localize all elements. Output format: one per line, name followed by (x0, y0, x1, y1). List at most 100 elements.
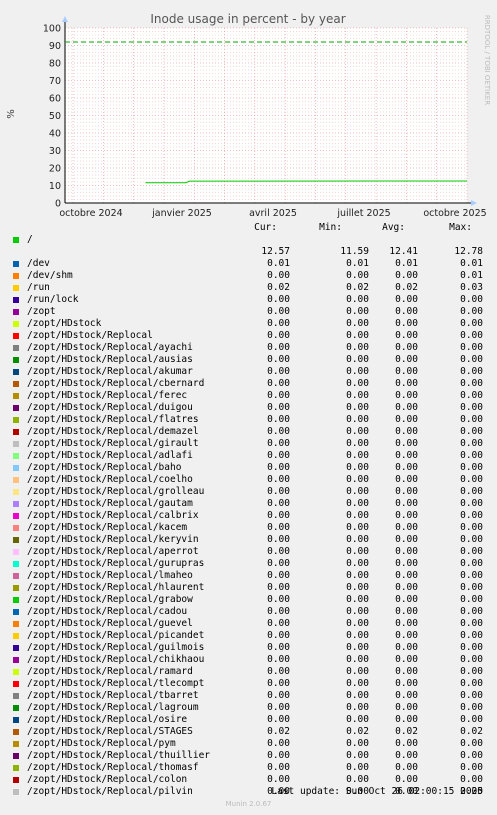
legend-row: /zopt/HDstock/Replocal/chikhaou 0.00 0.00 0… (0, 654, 497, 666)
value-max: 0.01 (460, 258, 483, 269)
value-cur: 0.00 (267, 654, 290, 665)
value-cur: 0.00 (267, 666, 290, 677)
x-tick-label: octobre 2024 (59, 208, 122, 219)
value-avg: 0.00 (395, 666, 418, 677)
value-cur: 0.00 (267, 330, 290, 341)
value-cur: 0.00 (267, 642, 290, 653)
value-avg: 0.00 (395, 402, 418, 413)
value-cur: 0.01 (267, 258, 290, 269)
legend-swatch (13, 777, 19, 783)
legend-row: /zopt/HDstock/Replocal/ramard 0.00 0.00 0.0… (0, 666, 497, 678)
legend-row: /dev 0.01 0.01 0.01 0.01 (0, 258, 497, 270)
value-max: 0.00 (460, 498, 483, 509)
value-max: 12.78 (454, 246, 483, 257)
legend-label: /zopt/HDstock/Replocal/keryvin (27, 534, 199, 545)
value-cur: 0.00 (267, 270, 290, 281)
value-avg: 0.00 (395, 438, 418, 449)
value-avg: 0.00 (395, 618, 418, 629)
value-cur: 0.00 (267, 486, 290, 497)
legend-label: /zopt/HDstock/Replocal/picandet (27, 630, 205, 641)
header-min: Min: (319, 222, 342, 233)
value-avg: 0.00 (395, 306, 418, 317)
legend-row: /zopt/HDstock/Replocal/lagroum 0.00 0.00 0.… (0, 702, 497, 714)
legend-swatch (13, 393, 19, 399)
value-cur: 0.00 (267, 534, 290, 545)
value-avg: 0.00 (395, 774, 418, 785)
value-avg: 0.00 (395, 750, 418, 761)
legend-swatch (13, 357, 19, 363)
legend-label: /zopt/HDstock/Replocal/thomasf (27, 762, 199, 773)
value-cur: 0.00 (267, 582, 290, 593)
legend-row: / (0, 234, 497, 246)
value-cur: 0.00 (267, 522, 290, 533)
value-cur: 0.00 (267, 366, 290, 377)
value-max: 0.00 (460, 318, 483, 329)
value-max: 0.00 (460, 618, 483, 629)
legend-label: /zopt/HDstock/Replocal/pilvin (27, 786, 193, 797)
value-avg: 0.00 (395, 606, 418, 617)
value-cur: 0.00 (267, 618, 290, 629)
legend-label: /zopt/HDstock/Replocal/hlaurent (27, 582, 205, 593)
value-cur: 0.00 (267, 438, 290, 449)
legend-row: /zopt/HDstock/Replocal/thomasf 0.00 0.00 0.… (0, 762, 497, 774)
value-cur: 0.00 (267, 318, 290, 329)
legend-swatch (13, 765, 19, 771)
value-max: 0.00 (460, 666, 483, 677)
value-max: 0.00 (460, 366, 483, 377)
value-max: 0.00 (460, 414, 483, 425)
value-cur: 0.00 (267, 450, 290, 461)
value-cur: 0.00 (267, 354, 290, 365)
value-max: 0.03 (460, 282, 483, 293)
y-tick-label: 80 (49, 59, 61, 70)
value-cur: 0.00 (267, 750, 290, 761)
legend-label: /zopt/HDstock/Replocal/cadou (27, 606, 188, 617)
legend-label: /zopt/HDstock/Replocal/lmaheo (27, 570, 193, 581)
value-max: 0.00 (460, 606, 483, 617)
value-max: 0.00 (460, 534, 483, 545)
legend-row: /zopt/HDstock/Replocal 0.00 0.00 0.00 0.00 (0, 330, 497, 342)
legend-swatch (13, 261, 19, 267)
value-max: 0.00 (460, 486, 483, 497)
value-cur: 0.00 (267, 774, 290, 785)
value-max: 0.00 (460, 594, 483, 605)
legend-row: /zopt/HDstock/Replocal/flatres 0.00 0.00 0.… (0, 414, 497, 426)
legend-swatch (13, 525, 19, 531)
legend-label: /zopt/HDstock/Replocal/girault (27, 438, 199, 449)
value-avg: 0.00 (395, 702, 418, 713)
value-avg: 0.00 (395, 510, 418, 521)
legend-swatch (13, 681, 19, 687)
value-cur: 0.00 (267, 414, 290, 425)
legend-label: /zopt/HDstock/Replocal/guilmois (27, 642, 205, 653)
legend-row: /zopt/HDstock/Replocal/keryvin 0.00 0.00 0.… (0, 534, 497, 546)
value-max: 0.00 (460, 426, 483, 437)
value-cur: 0.00 (267, 702, 290, 713)
legend-row: /zopt/HDstock/Replocal/gurupras 0.00 0.00 0… (0, 558, 497, 570)
x-tick-label: avril 2025 (249, 208, 297, 219)
legend-row: /zopt/HDstock/Replocal/hlaurent 0.00 0.00 0… (0, 582, 497, 594)
y-tick-label: 90 (49, 41, 61, 52)
legend-swatch (13, 585, 19, 591)
value-cur: 0.00 (267, 762, 290, 773)
value-avg: 0.00 (395, 594, 418, 605)
y-tick-label: 50 (49, 111, 61, 122)
legend-label: / (27, 234, 33, 245)
legend-swatch (13, 549, 19, 555)
value-avg: 0.00 (395, 762, 418, 773)
legend-label: /zopt/HDstock/Replocal/duigou (27, 402, 193, 413)
munin-version: Munin 2.0.67 (225, 800, 272, 808)
legend-row: /zopt/HDstock/Replocal/calbrix 0.00 0.00 0.… (0, 510, 497, 522)
value-avg: 0.00 (395, 534, 418, 545)
legend-label: /zopt/HDstock/Replocal (27, 330, 153, 341)
legend-row: /zopt/HDstock/Replocal/akumar 0.00 0.00 0.0… (0, 366, 497, 378)
value-cur: 0.00 (267, 738, 290, 749)
legend-label: /zopt/HDstock/Replocal/akumar (27, 366, 193, 377)
legend-label: /zopt/HDstock/Replocal/coelho (27, 474, 193, 485)
legend-row: /run 0.02 0.02 0.02 0.03 (0, 282, 497, 294)
x-tick-label: juillet 2025 (336, 208, 390, 219)
y-tick-label: 60 (49, 94, 61, 105)
header-cur: Cur: (254, 222, 277, 233)
value-max: 0.00 (460, 582, 483, 593)
legend-swatch (13, 489, 19, 495)
value-cur: 0.00 (267, 306, 290, 317)
value-cur: 0.00 (267, 546, 290, 557)
